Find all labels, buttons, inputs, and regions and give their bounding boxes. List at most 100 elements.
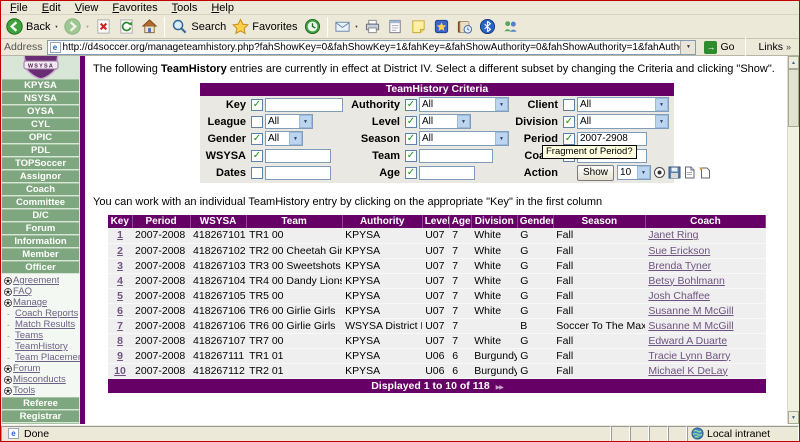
sidebar-item-member[interactable]: Member: [2, 248, 79, 260]
messenger-button[interactable]: [499, 16, 522, 38]
level-checkbox[interactable]: ✓: [405, 116, 417, 128]
stop-button[interactable]: [92, 16, 115, 38]
key-link[interactable]: 6: [117, 305, 123, 317]
refresh-button[interactable]: [115, 16, 138, 38]
sidebar-item-opic[interactable]: OPIC: [2, 131, 79, 143]
sidebar-item-nsysa[interactable]: NSYSA: [2, 92, 79, 104]
dates-checkbox[interactable]: [251, 167, 263, 179]
bluetooth-button[interactable]: [476, 16, 499, 38]
menu-file[interactable]: File: [3, 2, 35, 14]
vertical-scrollbar[interactable]: ▲ ▼: [787, 56, 799, 424]
wsysa-checkbox[interactable]: ✓: [251, 150, 263, 162]
key-link[interactable]: 8: [117, 335, 123, 347]
sidebar-item-assignor[interactable]: Assignor: [2, 170, 79, 182]
page-size-select[interactable]: 10▼: [617, 165, 651, 180]
key-link[interactable]: 4: [117, 275, 123, 287]
back-button[interactable]: Back ▼: [3, 16, 61, 38]
authority-checkbox[interactable]: ✓: [405, 99, 417, 111]
favorites-button[interactable]: Favorites: [229, 16, 300, 38]
research-button[interactable]: [453, 16, 476, 38]
key-checkbox[interactable]: ✓: [251, 99, 263, 111]
coach-link[interactable]: Susanne M McGill: [648, 320, 733, 332]
coach-link[interactable]: Brenda Tyner: [648, 260, 711, 272]
address-dropdown[interactable]: ▼: [680, 41, 695, 54]
sidebar-link-manage[interactable]: Manage: [1, 297, 80, 308]
sidebar-link-teams[interactable]: -Teams: [1, 330, 80, 341]
sidebar-item-kpysa[interactable]: KPYSA: [2, 79, 79, 91]
coach-link[interactable]: Tracie Lynn Barry: [648, 350, 730, 362]
show-button[interactable]: Show: [577, 165, 614, 181]
coach-link[interactable]: Susanne M McGill: [648, 305, 733, 317]
scroll-thumb[interactable]: [788, 69, 799, 127]
sidebar-item-coach[interactable]: Coach: [2, 183, 79, 195]
wsysa-input[interactable]: [265, 149, 331, 163]
print-button[interactable]: [361, 16, 384, 38]
sidebar-link-match-results[interactable]: -Match Results: [1, 319, 80, 330]
next-page-icon[interactable]: ▶▶: [496, 385, 503, 391]
level-select[interactable]: All▼: [419, 114, 471, 129]
home-button[interactable]: [138, 16, 161, 38]
sidebar-link-team-placement[interactable]: -Team Placement: [1, 352, 80, 363]
season-select[interactable]: All▼: [419, 131, 509, 146]
notes-button[interactable]: [407, 16, 430, 38]
save-icon[interactable]: [668, 166, 681, 179]
scroll-down-button[interactable]: ▼: [788, 411, 799, 424]
sidebar-item-committee[interactable]: Committee: [2, 196, 79, 208]
sidebar-link-tools[interactable]: Tools: [1, 385, 80, 396]
sidebar-link-coach-reports[interactable]: -Coach Reports: [1, 308, 80, 319]
team-input[interactable]: [419, 149, 493, 163]
forward-button[interactable]: ▼: [61, 16, 92, 38]
menu-help[interactable]: Help: [204, 2, 241, 14]
scroll-track[interactable]: [788, 127, 799, 411]
sidebar-link-teamhistory[interactable]: -TeamHistory: [1, 341, 80, 352]
document-icon[interactable]: [683, 166, 696, 179]
sidebar-link-faq[interactable]: FAQ: [1, 286, 80, 297]
team-checkbox[interactable]: ✓: [405, 150, 417, 162]
client-select[interactable]: All▼: [577, 97, 669, 112]
dates-input[interactable]: [265, 166, 331, 180]
scroll-up-button[interactable]: ▲: [788, 56, 799, 69]
authority-select[interactable]: All▼: [419, 97, 509, 112]
key-link[interactable]: 7: [117, 320, 123, 332]
period-input[interactable]: [577, 132, 647, 146]
coach-link[interactable]: Betsy Bohlmann: [648, 275, 724, 287]
sidebar-item-officer[interactable]: Officer: [2, 261, 79, 273]
division-checkbox[interactable]: ✓: [563, 116, 575, 128]
key-link[interactable]: 3: [117, 260, 123, 272]
coach-link[interactable]: Edward A Duarte: [648, 335, 727, 347]
menu-view[interactable]: View: [68, 2, 106, 14]
history-button[interactable]: [301, 16, 324, 38]
gender-select[interactable]: All▼: [265, 131, 303, 146]
league-select[interactable]: All▼: [265, 114, 313, 129]
key-input[interactable]: [265, 98, 343, 112]
sidebar-item-oysa[interactable]: OYSA: [2, 105, 79, 117]
sidebar-item-d-c[interactable]: D/C: [2, 209, 79, 221]
go-button[interactable]: → Go: [700, 41, 738, 54]
season-checkbox[interactable]: ✓: [405, 133, 417, 145]
sidebar-link-misconducts[interactable]: Misconducts: [1, 374, 80, 385]
edit-button[interactable]: [384, 16, 407, 38]
key-link[interactable]: 1: [117, 229, 123, 241]
sidebar-link-forum[interactable]: Forum: [1, 363, 80, 374]
sidebar-item-information[interactable]: Information: [2, 235, 79, 247]
search-button[interactable]: Search: [168, 16, 229, 38]
sidebar-item-topsoccer[interactable]: TOPSoccer: [2, 157, 79, 169]
links-button[interactable]: Links »: [753, 41, 796, 53]
sidebar-item-cyl[interactable]: CYL: [2, 118, 79, 130]
msn-button[interactable]: [430, 16, 453, 38]
age-checkbox[interactable]: ✓: [405, 167, 417, 179]
new-document-icon[interactable]: [698, 166, 711, 179]
key-link[interactable]: 2: [117, 245, 123, 257]
sidebar-item-scheduler[interactable]: Scheduler: [2, 423, 79, 424]
key-link[interactable]: 10: [114, 365, 126, 377]
key-link[interactable]: 5: [117, 290, 123, 302]
coach-link[interactable]: Janet Ring: [648, 229, 698, 241]
record-icon[interactable]: [653, 166, 666, 179]
client-checkbox[interactable]: [563, 99, 575, 111]
period-checkbox[interactable]: ✓: [563, 133, 575, 145]
age-input[interactable]: [419, 166, 475, 180]
division-select[interactable]: All▼: [577, 114, 669, 129]
key-link[interactable]: 9: [117, 350, 123, 362]
mail-button[interactable]: ▼: [331, 16, 362, 38]
sidebar-item-referee[interactable]: Referee: [2, 397, 79, 409]
